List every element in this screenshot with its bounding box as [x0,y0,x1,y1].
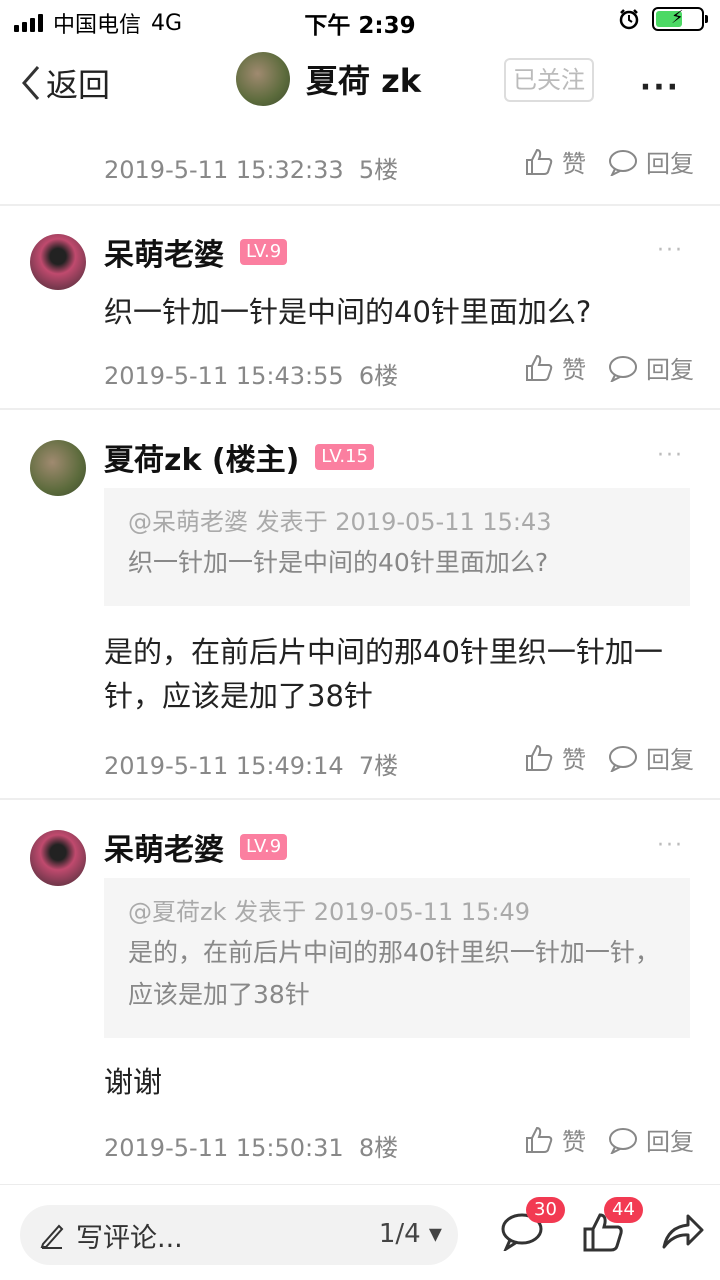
like-label: 赞 [562,150,586,178]
quote-header: @呆萌老婆 发表于 2019-05-11 15:43 [128,508,552,536]
quote-text: 是的，在前后片中间的那40针里织一针加一针，应该是加了38针 [128,938,660,1009]
reply-button[interactable]: 回复 [608,350,694,385]
comments-button[interactable]: 30 [500,1197,565,1255]
post-floor: 5楼 [358,156,399,184]
post-floor: 8楼 [358,1134,399,1162]
level-badge: LV.9 [240,834,288,860]
divider [0,408,720,410]
post-time: 2019-5-11 15:49:14 [104,752,344,780]
like-label: 赞 [562,356,586,384]
post-more-button[interactable]: ··· [657,443,684,468]
comment-count-badge: 30 [526,1197,565,1223]
post-content: 织一针加一针是中间的40针里面加么? [104,295,592,329]
page-title: 夏荷 zk [306,62,422,100]
thumbs-up-icon [526,148,553,175]
like-button[interactable]: 赞 [524,350,586,385]
post-author[interactable]: 呆萌老婆 LV.9 [104,230,288,274]
quoted-post[interactable]: @呆萌老婆 发表于 2019-05-11 15:43 织一针加一针是中间的40针… [104,488,690,606]
avatar[interactable] [30,440,86,496]
back-button[interactable]: 返回 [20,60,110,106]
post-meta-6: 2019-5-11 15:43:55 6楼 赞 回复 [104,350,694,390]
follow-button[interactable]: 已关注 [504,58,594,102]
level-badge: LV.15 [315,444,374,470]
battery-icon: ⚡ [652,7,708,31]
post-time: 2019-5-11 15:50:31 [104,1134,344,1162]
comment-icon [609,1127,637,1154]
post-meta-8: 2019-5-11 15:50:31 8楼 赞 回复 [104,1122,694,1162]
post-content: 谢谢 [104,1065,163,1099]
like-post-button[interactable]: 44 [582,1197,643,1257]
pencil-icon [40,1224,64,1249]
post-author[interactable]: 呆萌老婆 LV.9 [104,825,288,869]
alarm-icon [619,9,639,30]
post-meta-5: 2019-5-11 15:32:33 5楼 赞 回复 [104,144,694,184]
back-label: 返回 [46,66,111,104]
author-name: 呆萌老婆 [104,833,224,868]
reply-button[interactable]: 回复 [608,1122,694,1157]
comment-icon [609,149,637,176]
thumbs-up-icon [526,1126,553,1153]
reply-button[interactable]: 回复 [608,144,694,179]
post-content: 是的，在前后片中间的那40针里织一针加一针，应该是加了38针 [104,635,663,713]
like-count-badge: 44 [604,1197,643,1223]
more-menu-button[interactable]: ··· [640,70,680,105]
like-button[interactable]: 赞 [524,740,586,775]
level-badge: LV.9 [240,239,288,265]
post-floor: 7楼 [358,752,399,780]
post-more-button[interactable]: ··· [657,833,684,858]
share-button[interactable] [660,1211,704,1255]
post-time: 2019-5-11 15:43:55 [104,362,344,390]
comment-placeholder: 写评论... [76,1222,183,1254]
comment-icon [609,745,637,772]
nav-bar: 返回 夏荷 zk 已关注 ··· [0,40,720,124]
post-floor: 6楼 [358,362,399,390]
divider [0,798,720,800]
quote-text: 织一针加一针是中间的40针里面加么? [128,548,549,577]
author-name: 呆萌老婆 [104,238,224,273]
comment-input[interactable]: 写评论... 1/4 ▾ [20,1205,458,1265]
like-label: 赞 [562,1128,586,1156]
reply-label: 回复 [646,1128,694,1156]
status-time: 下午 2:39 [304,13,416,39]
share-icon [662,1214,704,1249]
reply-label: 回复 [646,356,694,384]
like-button[interactable]: 赞 [524,1122,586,1157]
thumbs-up-icon [526,354,553,381]
post-time: 2019-5-11 15:32:33 [104,156,344,184]
reply-label: 回复 [646,746,694,774]
avatar[interactable] [236,52,290,106]
quoted-post[interactable]: @夏荷zk 发表于 2019-05-11 15:49 是的，在前后片中间的那40… [104,878,690,1038]
thumbs-up-icon [526,744,553,771]
chevron-left-icon [22,66,40,100]
post-author[interactable]: 夏荷zk (楼主) LV.15 [104,435,374,479]
page-indicator[interactable]: 1/4 ▾ [379,1219,442,1249]
reply-label: 回复 [646,150,694,178]
nav-user[interactable]: 夏荷 zk [236,52,421,106]
reply-button[interactable]: 回复 [608,740,694,775]
divider [0,204,720,206]
author-name: 夏荷zk (楼主) [104,443,300,478]
comment-icon [609,355,637,382]
quote-header: @夏荷zk 发表于 2019-05-11 15:49 [128,898,531,926]
avatar[interactable] [30,830,86,886]
like-label: 赞 [562,746,586,774]
status-right: ⚡ [618,7,708,31]
bottom-bar: 写评论... 1/4 ▾ 30 44 [0,1184,720,1280]
status-bar: 中国电信 4G 下午 2:39 ⚡ [0,0,720,40]
post-more-button[interactable]: ··· [657,238,684,263]
like-button[interactable]: 赞 [524,144,586,179]
post-meta-7: 2019-5-11 15:49:14 7楼 赞 回复 [104,740,694,780]
avatar[interactable] [30,234,86,290]
